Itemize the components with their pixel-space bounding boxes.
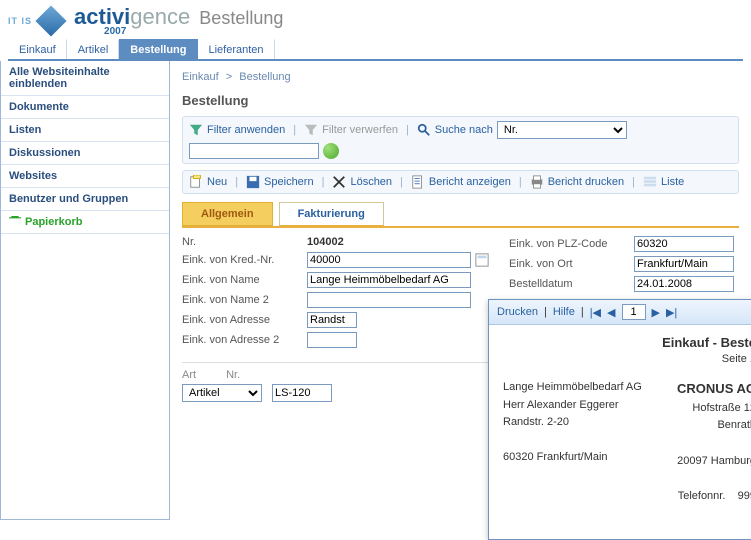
app-header: IT IS activigence Bestellung 2007 Einkau… — [0, 0, 751, 61]
list-button[interactable]: Liste — [661, 176, 684, 188]
sidebar: Alle Websiteinhalte einblenden Dokumente… — [0, 61, 170, 520]
crumb-a[interactable]: Einkauf — [182, 71, 219, 83]
list-icon — [643, 175, 657, 189]
new-button[interactable]: Neu — [207, 176, 227, 188]
sidebar-item-usersgroups[interactable]: Benutzer und Gruppen — [1, 188, 169, 211]
pager-page-input[interactable] — [622, 304, 646, 320]
pager-next-icon[interactable]: ▶ — [652, 306, 660, 319]
print-button[interactable]: Bericht drucken — [548, 176, 624, 188]
to-city: Benrath — [677, 417, 751, 435]
cred-label: Eink. von Kred.-Nr. — [182, 254, 307, 266]
delete-button[interactable]: Löschen — [350, 176, 392, 188]
tab-artikel[interactable]: Artikel — [67, 39, 120, 59]
to-zip: 20097 Hamburg — [677, 453, 751, 471]
grid-art-select[interactable]: Artikel — [182, 384, 262, 402]
delete-icon — [332, 175, 346, 189]
tab-einkauf[interactable]: Einkauf — [8, 39, 67, 59]
page-title: Bestellung — [182, 93, 739, 108]
sidebar-item-documents[interactable]: Dokumente — [1, 96, 169, 119]
section-tabs: Allgemein Fakturierung — [182, 202, 739, 226]
name-label: Eink. von Name — [182, 274, 307, 286]
report-popup: Drucken | Hilfe | |◀ ◀ ▶ ▶| Einkauf - Be… — [488, 299, 751, 540]
report-from-address: Lange Heimmöbelbedarf AG Herr Alexander … — [503, 379, 642, 505]
recycle-icon — [9, 216, 21, 228]
filter-reset[interactable]: Filter verwerfen — [322, 124, 398, 136]
addr2-label: Eink. von Adresse 2 — [182, 334, 307, 346]
date-input[interactable] — [634, 276, 734, 292]
search-input[interactable] — [189, 143, 319, 159]
nr-value: 104002 — [307, 236, 344, 248]
popup-print[interactable]: Drucken — [497, 306, 538, 318]
top-nav: Einkauf Artikel Bestellung Lieferanten — [8, 39, 743, 61]
from-l2: Herr Alexander Eggerer — [503, 397, 642, 415]
page-subtitle: Bestellung — [199, 8, 283, 28]
pager-first-icon[interactable]: |◀ — [590, 306, 601, 319]
main-content: Einkauf > Bestellung Bestellung Filter a… — [170, 61, 751, 520]
ort-input[interactable] — [634, 256, 734, 272]
recycle-label: Papierkorb — [25, 216, 82, 228]
sidebar-item-lists[interactable]: Listen — [1, 119, 169, 142]
breadcrumb: Einkauf > Bestellung — [182, 71, 739, 83]
sectab-general[interactable]: Allgemein — [182, 202, 273, 226]
nr-label: Nr. — [182, 236, 307, 248]
sidebar-item-websites[interactable]: Websites — [1, 165, 169, 188]
ort-label: Eink. von Ort — [509, 258, 634, 270]
from-l4: 60320 Frankfurt/Main — [503, 449, 642, 467]
report-icon — [411, 175, 425, 189]
report-page: Seite 1 — [722, 353, 751, 365]
filter-apply-icon — [189, 123, 203, 137]
search-label: Suche nach — [435, 124, 493, 136]
report-title: Einkauf - Beste — [662, 335, 751, 350]
name-input[interactable] — [307, 272, 471, 288]
from-l3: Randstr. 2-20 — [503, 414, 642, 432]
to-company: CRONUS AG — [677, 379, 751, 400]
col-art: Art — [182, 369, 196, 381]
sidebar-item-discussions[interactable]: Diskussionen — [1, 142, 169, 165]
sectab-invoicing[interactable]: Fakturierung — [279, 202, 384, 226]
save-icon — [246, 175, 260, 189]
report-button[interactable]: Bericht anzeigen — [429, 176, 511, 188]
tel-label: Telefonnr. — [678, 490, 726, 502]
logo-icon — [35, 5, 66, 36]
brand-itis: IT IS — [8, 16, 32, 26]
plz-label: Eink. von PLZ-Code — [509, 238, 634, 250]
sidebar-item-allcontent[interactable]: Alle Websiteinhalte einblenden — [1, 61, 169, 96]
from-l1: Lange Heimmöbelbedarf AG — [503, 379, 642, 397]
name2-label: Eink. von Name 2 — [182, 294, 307, 306]
col-nr: Nr. — [226, 369, 240, 381]
tel-value: 999 — [738, 490, 751, 502]
date-label: Bestelldatum — [509, 278, 634, 290]
save-button[interactable]: Speichern — [264, 176, 314, 188]
plz-input[interactable] — [634, 236, 734, 252]
new-icon — [189, 175, 203, 189]
addr-input[interactable] — [307, 312, 357, 328]
popup-help[interactable]: Hilfe — [553, 306, 575, 318]
tab-lieferanten[interactable]: Lieferanten — [198, 39, 275, 59]
grid-nr-input[interactable] — [272, 384, 332, 402]
action-bar: Neu | Speichern | Löschen | Bericht anze… — [182, 170, 739, 194]
cred-input[interactable] — [307, 252, 471, 268]
addr-label: Eink. von Adresse — [182, 314, 307, 326]
popup-toolbar: Drucken | Hilfe | |◀ ◀ ▶ ▶| — [489, 300, 751, 325]
crumb-b[interactable]: Bestellung — [239, 71, 290, 83]
addr2-input[interactable] — [307, 332, 357, 348]
search-icon — [417, 123, 431, 137]
brand-gence: gence — [130, 4, 190, 29]
tab-bestellung[interactable]: Bestellung — [119, 39, 197, 59]
print-icon — [530, 175, 544, 189]
sidebar-item-recyclebin[interactable]: Papierkorb — [1, 211, 169, 234]
filter-bar: Filter anwenden | Filter verwerfen | Suc… — [182, 116, 739, 164]
filter-apply[interactable]: Filter anwenden — [207, 124, 285, 136]
to-street: Hofstraße 12 — [677, 400, 751, 418]
name2-input[interactable] — [307, 292, 471, 308]
search-field-select[interactable]: Nr. — [497, 121, 627, 139]
filter-reset-icon — [304, 123, 318, 137]
search-go-button[interactable] — [323, 143, 339, 159]
report-to-address: CRONUS AG Hofstraße 12 Benrath 20097 Ham… — [677, 379, 751, 505]
pager-last-icon[interactable]: ▶| — [666, 306, 677, 319]
cred-lookup-icon[interactable] — [475, 253, 489, 267]
crumb-sep: > — [226, 71, 232, 83]
pager-prev-icon[interactable]: ◀ — [607, 306, 615, 319]
